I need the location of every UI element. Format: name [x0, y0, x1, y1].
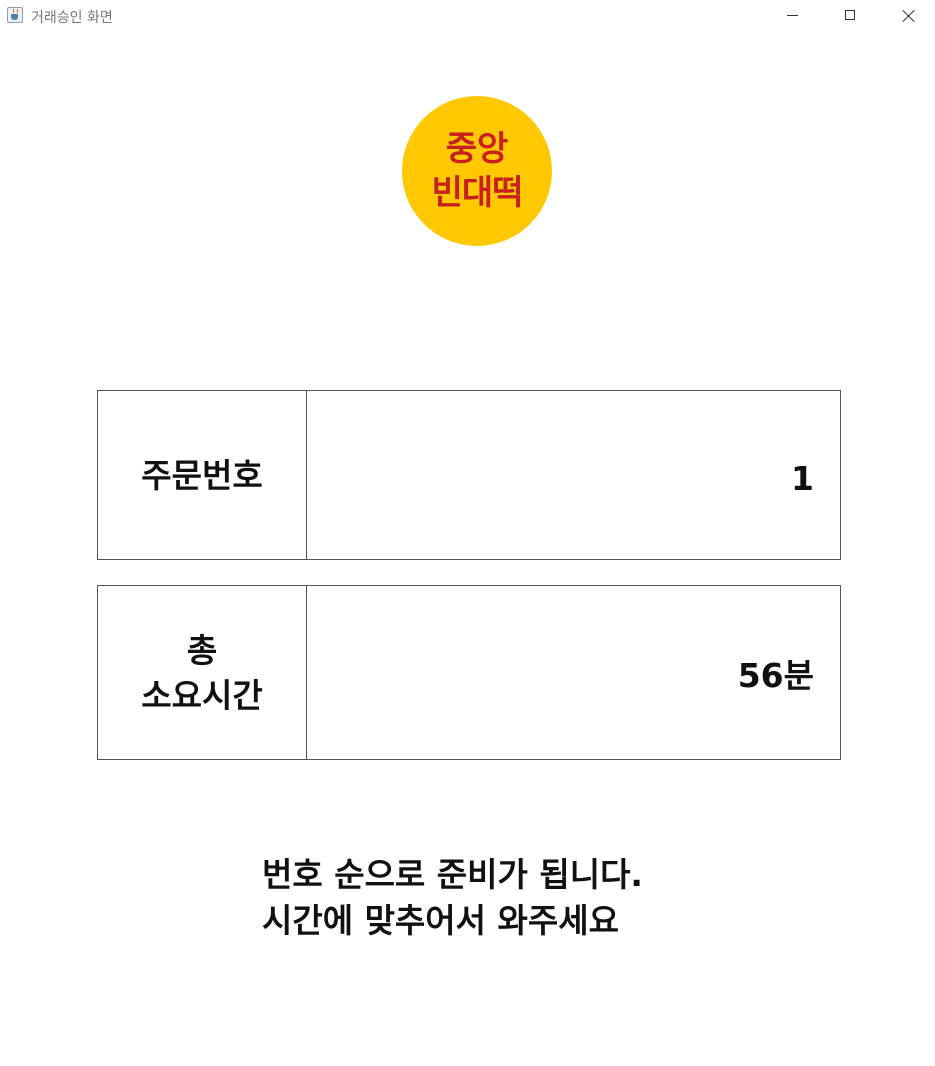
order-number-box: 주문번호 1	[97, 390, 841, 560]
maximize-icon	[845, 10, 855, 20]
window-title: 거래승인 화면	[31, 10, 113, 26]
logo-text-line1: 중앙	[445, 129, 509, 169]
close-icon	[902, 9, 916, 23]
order-number-value: 1	[791, 458, 814, 498]
order-number-label-cell: 주문번호	[98, 391, 307, 559]
close-button[interactable]	[879, 0, 935, 32]
logo-text-line2: 빈대떡	[431, 173, 524, 213]
maximize-button[interactable]	[821, 0, 879, 32]
notice-message: 번호 순으로 준비가 됩니다. 시간에 맞추어서 와주세요	[262, 852, 762, 944]
total-time-value-cell: 56분	[307, 586, 840, 759]
total-time-label-cell: 총 소요시간	[98, 586, 307, 759]
title-bar: 거래승인 화면	[0, 0, 935, 32]
minimize-icon	[787, 15, 798, 16]
total-time-box: 총 소요시간 56분	[97, 585, 841, 760]
order-number-label: 주문번호	[141, 455, 263, 495]
store-logo: 중앙 빈대떡	[402, 96, 552, 246]
notice-line1: 번호 순으로 준비가 됩니다.	[262, 855, 643, 894]
notice-line2: 시간에 맞추어서 와주세요	[262, 901, 619, 940]
total-time-label-line1: 총	[186, 630, 218, 670]
minimize-button[interactable]	[763, 0, 821, 32]
total-time-value: 56분	[737, 655, 814, 695]
order-number-value-cell: 1	[307, 391, 840, 559]
java-cup-icon	[7, 7, 23, 23]
total-time-label-line2: 소요시간	[141, 675, 263, 715]
